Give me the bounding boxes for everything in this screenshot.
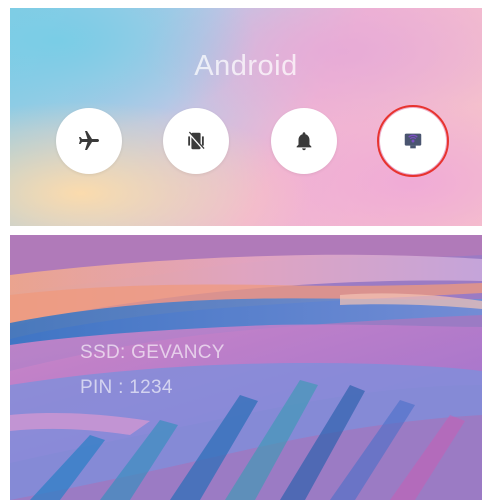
- hotspot-button[interactable]: [380, 108, 446, 174]
- wallpaper-panel: SSD: GEVANCY PIN : 1234: [10, 235, 482, 500]
- screenshot-frame: Android SSD: GEVANCY PIN: 1234: [0, 0, 492, 500]
- vibrate-button[interactable]: [163, 108, 229, 174]
- airplane-mode-button[interactable]: [56, 108, 122, 174]
- vibrate-icon: [187, 131, 205, 150]
- airplane-icon: [79, 131, 99, 150]
- hotspot-icon: [404, 133, 422, 149]
- quick-settings-panel: Android: [10, 8, 482, 226]
- wifi-ssid-label: SSD: GEVANCY: [80, 342, 225, 363]
- panel-title: Android: [194, 50, 298, 82]
- wallpaper-waves: [10, 235, 482, 500]
- bell-icon: [296, 132, 312, 151]
- wifi-pin-label: PIN : 1234: [80, 377, 173, 398]
- notifications-button[interactable]: [271, 108, 337, 174]
